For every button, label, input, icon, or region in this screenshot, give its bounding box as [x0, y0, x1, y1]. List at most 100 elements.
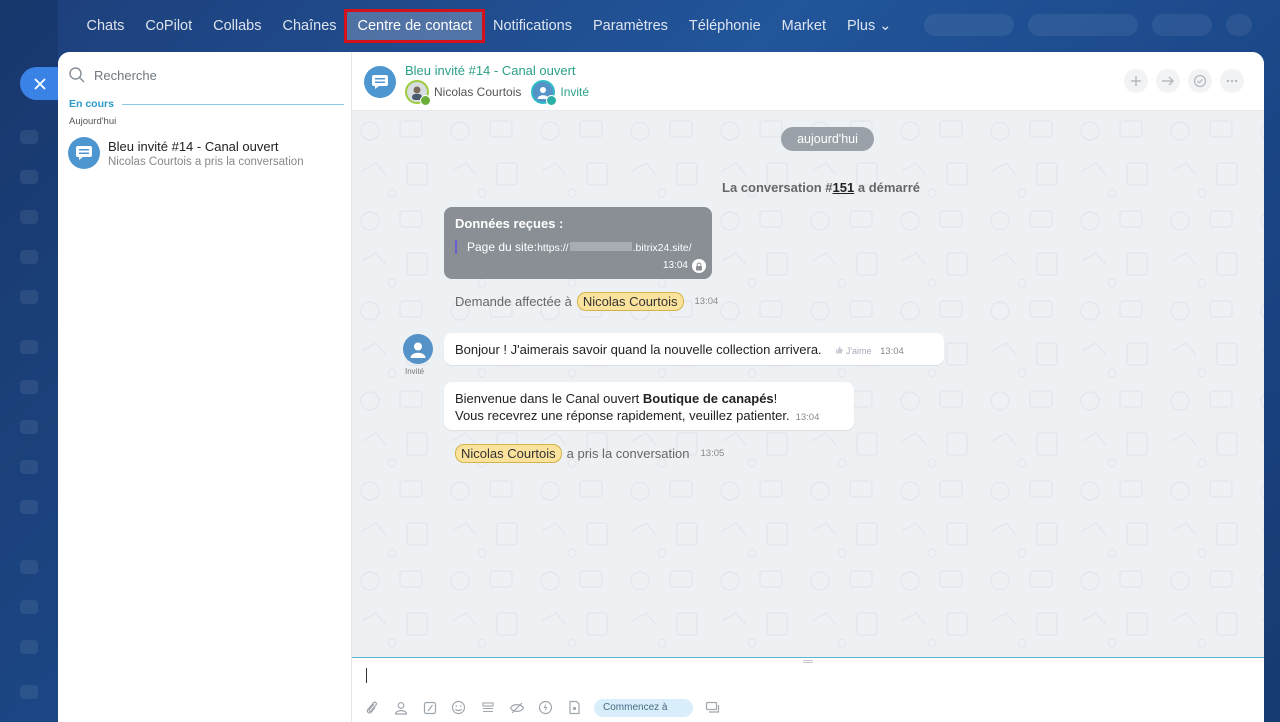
assigned-operator-mention[interactable]: Nicolas Courtois: [576, 292, 684, 311]
more-options-button[interactable]: [1220, 69, 1244, 93]
guest-badge-icon: [546, 95, 558, 106]
forward-arrow-icon: [1162, 76, 1175, 86]
system-text-prefix: La conversation #: [722, 180, 833, 195]
nav-notifications[interactable]: Notifications: [482, 12, 582, 40]
header-participants: Nicolas Courtois Invité: [405, 80, 589, 106]
document-icon: [569, 700, 580, 715]
close-slider-button[interactable]: [20, 67, 60, 100]
lightning-icon: [538, 700, 553, 715]
send-form-button[interactable]: [703, 698, 722, 717]
taken-time: 13:05: [700, 448, 725, 459]
message-input[interactable]: [364, 664, 1244, 688]
operator-avatar[interactable]: [405, 80, 431, 106]
nav-centre-de-contact[interactable]: Centre de contact: [344, 9, 486, 43]
blurred-item: [1028, 14, 1138, 36]
blurred-avatar: [1226, 14, 1252, 36]
rail-item: [20, 380, 38, 394]
nav-plus[interactable]: Plus ⌄: [837, 12, 902, 40]
section-title: En cours: [69, 98, 114, 110]
welcome-suffix: !: [773, 391, 778, 406]
search-bar: [68, 64, 342, 86]
plus-icon: [1131, 76, 1141, 86]
search-input[interactable]: [94, 67, 314, 83]
data-card-row: Page du site: https:// .bitrix24.site/: [455, 240, 692, 254]
left-rail: [0, 0, 58, 722]
rail-item: [20, 340, 38, 354]
rail-item: [20, 640, 38, 654]
header-chat-title[interactable]: Bleu invité #14 - Canal ouvert: [405, 63, 576, 78]
thumbs-up-icon: [836, 346, 843, 354]
redacted-url-part: [569, 242, 632, 251]
welcome-line-2-text: Vous recevrez une réponse rapidement, ve…: [455, 408, 790, 423]
rail-item: [20, 420, 38, 434]
eye-slash-icon: [509, 702, 524, 713]
assignment-text: Demande affectée à: [455, 294, 572, 309]
conversation-number-link[interactable]: 151: [833, 180, 855, 195]
message-list[interactable]: aujourd'hui La conversation #151 a démar…: [352, 111, 1264, 657]
guest-message-avatar[interactable]: [403, 334, 433, 364]
quick-start-button[interactable]: Commencez à: [594, 698, 694, 717]
transfer-button[interactable]: [1156, 69, 1180, 93]
chat-list-item[interactable]: Bleu invité #14 - Canal ouvert Nicolas C…: [64, 134, 346, 172]
nav-parametres[interactable]: Paramètres: [582, 12, 678, 40]
like-button[interactable]: J'aime: [835, 346, 874, 356]
data-card-time: 13:04: [662, 260, 688, 271]
rail-item: [20, 500, 38, 514]
automation-button[interactable]: [536, 698, 555, 717]
finish-conversation-button[interactable]: [1188, 69, 1212, 93]
nav-market[interactable]: Market: [771, 12, 836, 40]
person-outline-icon: [394, 701, 407, 715]
nav-collabs[interactable]: Collabs: [203, 12, 272, 40]
nav-telephonie[interactable]: Téléphonie: [678, 12, 771, 40]
nav-chaines[interactable]: Chaînes: [272, 12, 347, 40]
lock-icon: [692, 259, 706, 273]
attach-file-button[interactable]: [362, 698, 381, 717]
emoji-button[interactable]: [449, 698, 468, 717]
canned-responses-button[interactable]: [420, 698, 439, 717]
rail-item: [20, 210, 38, 224]
rail-item: [20, 290, 38, 304]
message-composer: Commencez à: [352, 657, 1264, 722]
assignment-notice: Demande affectée à Nicolas Courtois 13:0…: [455, 292, 718, 311]
site-url-suffix[interactable]: .bitrix24.site/: [633, 242, 692, 254]
resize-handle[interactable]: [803, 660, 813, 663]
conversation-started-notice: La conversation #151 a démarré: [722, 180, 920, 195]
section-divider: [121, 103, 344, 105]
user-data-button[interactable]: [391, 698, 410, 717]
stack-icon: [481, 701, 494, 712]
operator-name[interactable]: Nicolas Courtois: [434, 85, 521, 99]
welcome-prefix: Bienvenue dans le Canal ouvert: [455, 391, 643, 406]
chat-header: Bleu invité #14 - Canal ouvert Nicolas C…: [352, 52, 1264, 111]
nav-chats[interactable]: Chats: [76, 12, 135, 40]
top-navigation: Chats CoPilot Collabs Chaînes Centre de …: [76, 0, 902, 52]
guest-avatar-small[interactable]: [531, 80, 558, 106]
system-text-suffix: a démarré: [854, 180, 921, 195]
recent-list-sidebar: En cours Aujourd'hui Bleu invité #14 - C…: [58, 52, 352, 722]
received-data-message: Données reçues : Page du site: https:// …: [444, 207, 712, 279]
top-right-area: [924, 14, 1252, 36]
add-participant-button[interactable]: [1124, 69, 1148, 93]
blurred-item: [1152, 14, 1212, 36]
guest-message-bubble[interactable]: Bonjour ! J'aimerais savoir quand la nou…: [444, 333, 944, 365]
hidden-message-button[interactable]: [507, 698, 526, 717]
guest-message-text: Bonjour ! J'aimerais savoir quand la nou…: [455, 342, 822, 357]
chat-bubble-icon: [76, 146, 92, 160]
rail-item: [20, 250, 38, 264]
chat-bubble-icon: [372, 75, 388, 89]
search-icon: [69, 67, 85, 83]
site-url-prefix[interactable]: https://: [537, 242, 569, 254]
guest-name[interactable]: Invité: [560, 85, 589, 99]
conversation-taken-notice: Nicolas Courtois a pris la conversation …: [455, 444, 724, 463]
smiley-icon: [451, 700, 466, 715]
check-circle-icon: [1193, 74, 1207, 88]
paperclip-icon: [366, 701, 377, 714]
nav-copilot[interactable]: CoPilot: [135, 12, 203, 40]
more-dots-icon: [1226, 79, 1238, 83]
document-button[interactable]: [565, 698, 584, 717]
welcome-line-1: Bienvenue dans le Canal ouvert Boutique …: [455, 390, 843, 407]
taking-operator-mention[interactable]: Nicolas Courtois: [455, 444, 562, 463]
rail-item: [20, 460, 38, 474]
welcome-message-bubble[interactable]: Bienvenue dans le Canal ouvert Boutique …: [444, 382, 854, 430]
catalog-button[interactable]: [478, 698, 497, 717]
chat-item-text: Bleu invité #14 - Canal ouvert Nicolas C…: [108, 139, 304, 168]
